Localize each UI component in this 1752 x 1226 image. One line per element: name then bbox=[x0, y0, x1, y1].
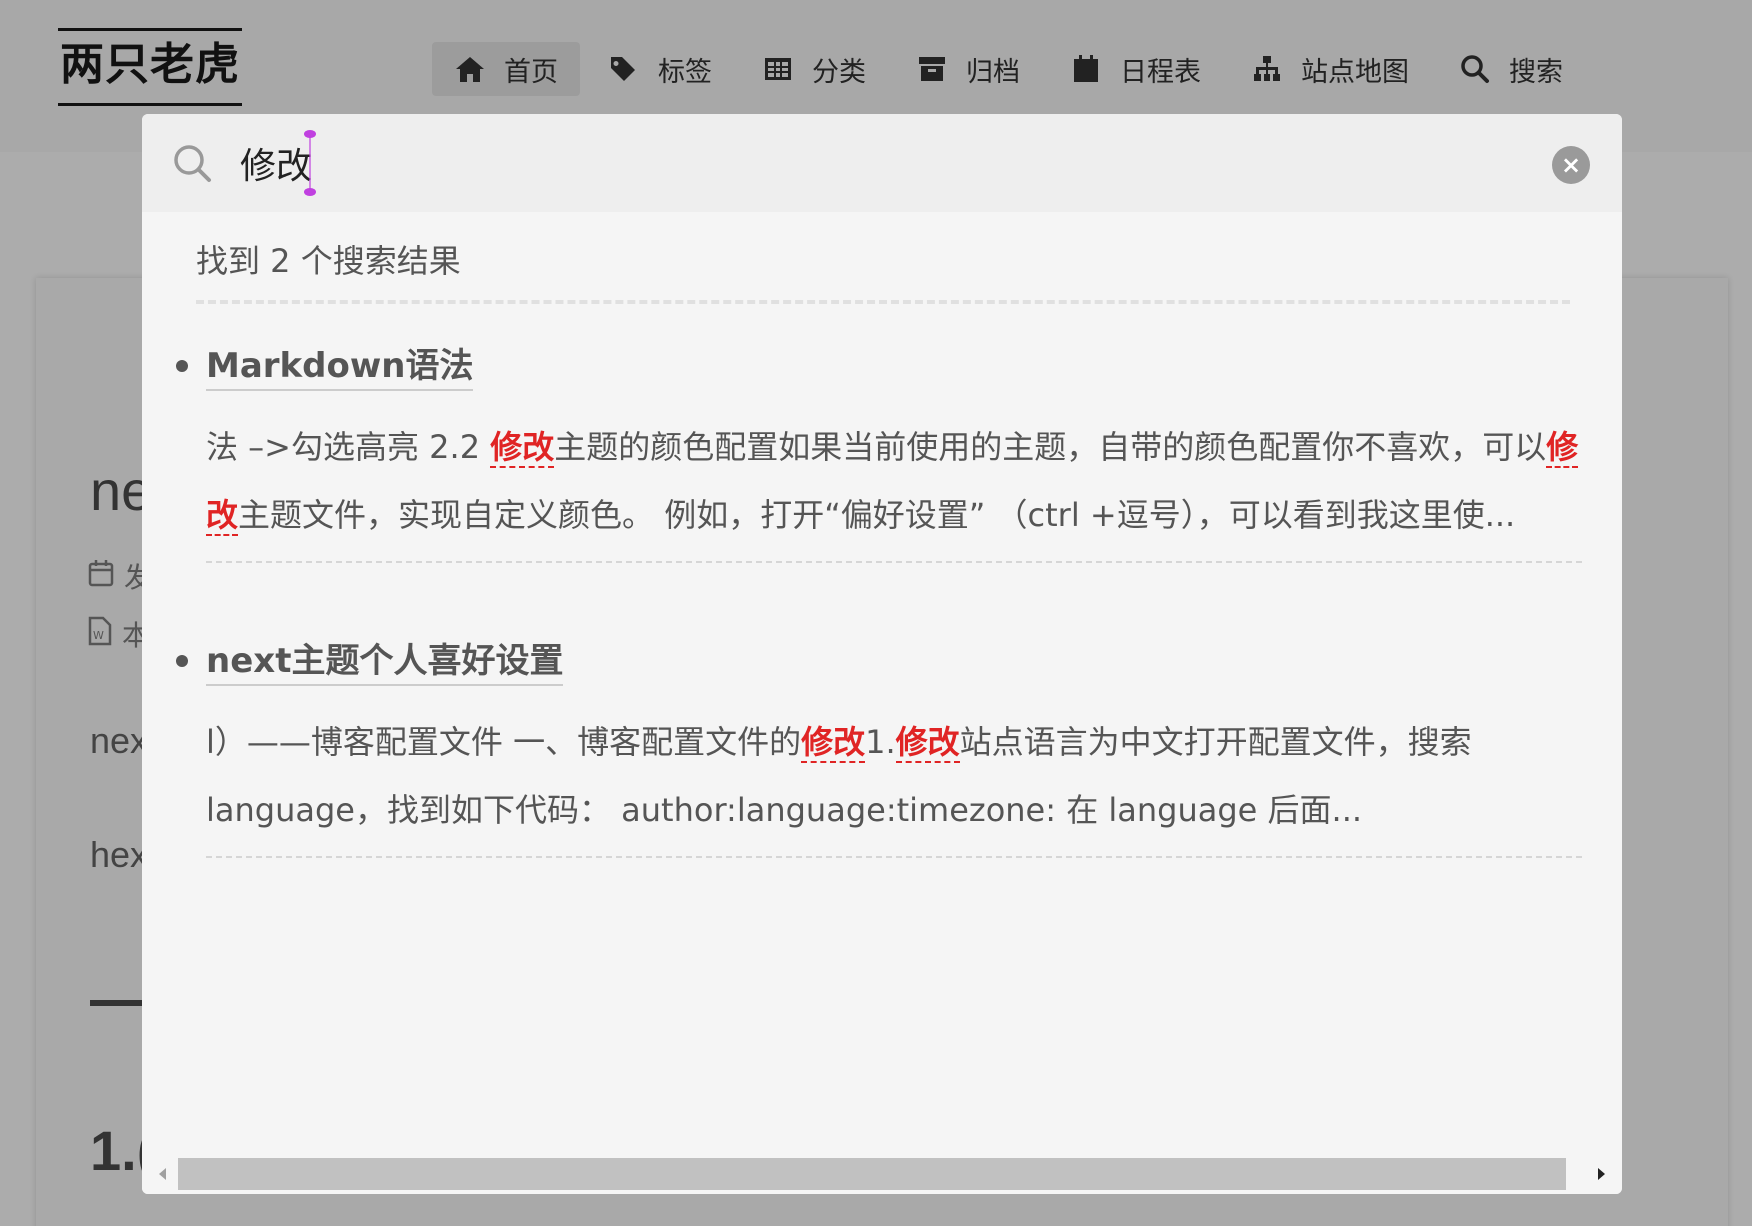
menu-label-sitemap: 站点地图 bbox=[1301, 56, 1409, 88]
main-menu: 首页 标签 分类 归档 日程表 站点地图 搜索 bbox=[432, 42, 1591, 96]
excerpt-text: 主题的颜色配置如果当前使用的主题，自带的颜色配置你不喜欢，可以 bbox=[554, 428, 1547, 466]
menu-item-archives[interactable]: 归档 bbox=[894, 42, 1042, 96]
menu-item-search[interactable]: 搜索 bbox=[1437, 42, 1585, 96]
menu-label-schedule: 日程表 bbox=[1120, 56, 1201, 88]
excerpt-text: l）——博客配置文件 一、博客配置文件的 bbox=[206, 723, 802, 761]
svg-text:W: W bbox=[93, 629, 104, 642]
close-icon: × bbox=[1560, 151, 1582, 179]
search-result-item: Markdown语法法 –>勾选高亮 2.2 修改主题的颜色配置如果当前使用的主… bbox=[176, 332, 1582, 583]
close-search-button[interactable]: × bbox=[1552, 146, 1590, 184]
text-selection-handle[interactable] bbox=[304, 188, 316, 196]
search-keyword-highlight: 修改 bbox=[895, 723, 960, 763]
search-header: × bbox=[142, 114, 1622, 212]
post-paragraph: nex bbox=[90, 720, 149, 761]
site-brand[interactable]: 两只老虎 bbox=[58, 28, 242, 106]
scroll-left-arrow-icon[interactable] bbox=[152, 1164, 172, 1184]
list-bullet bbox=[176, 655, 188, 667]
scrollbar-thumb[interactable] bbox=[178, 1158, 1566, 1190]
search-result-title-link[interactable]: next主题个人喜好设置 bbox=[206, 633, 564, 686]
menu-item-sitemap[interactable]: 站点地图 bbox=[1229, 42, 1431, 96]
table-icon bbox=[762, 53, 794, 85]
post-meta-wordcount: W 本 bbox=[88, 614, 150, 654]
menu-item-tags[interactable]: 标签 bbox=[586, 42, 734, 96]
search-keyword-highlight: 修改 bbox=[490, 428, 555, 468]
post-paragraph: hex bbox=[90, 834, 149, 875]
result-divider bbox=[206, 561, 1582, 563]
search-results: Markdown语法法 –>勾选高亮 2.2 修改主题的颜色配置如果当前使用的主… bbox=[142, 332, 1622, 878]
search-result-item: next主题个人喜好设置 l）——博客配置文件 一、博客配置文件的修改1.修改站点… bbox=[176, 627, 1582, 878]
excerpt-text: 1. bbox=[865, 723, 896, 761]
search-icon bbox=[1459, 53, 1491, 85]
calendar-icon bbox=[88, 559, 114, 594]
excerpt-text: 法 –>勾选高亮 2.2 bbox=[206, 428, 491, 466]
home-icon bbox=[454, 53, 486, 85]
search-popup: × 找到 2 个搜索结果 Markdown语法法 –>勾选高亮 2.2 修改主题… bbox=[142, 114, 1622, 1194]
tags-icon bbox=[608, 53, 640, 85]
search-result-count: 找到 2 个搜索结果 bbox=[196, 242, 461, 280]
site-title[interactable]: 两只老虎 bbox=[58, 31, 242, 99]
menu-label-categories: 分类 bbox=[812, 56, 866, 88]
result-divider bbox=[206, 856, 1582, 858]
word-file-icon: W bbox=[88, 616, 112, 653]
list-bullet bbox=[176, 360, 188, 372]
menu-label-home: 首页 bbox=[504, 56, 558, 88]
menu-item-categories[interactable]: 分类 bbox=[740, 42, 888, 96]
menu-item-home[interactable]: 首页 bbox=[432, 42, 580, 96]
text-cursor bbox=[309, 136, 311, 190]
sitemap-icon bbox=[1251, 53, 1283, 85]
menu-item-schedule[interactable]: 日程表 bbox=[1048, 42, 1223, 96]
scroll-right-arrow-icon[interactable] bbox=[1592, 1164, 1612, 1184]
archive-icon bbox=[916, 53, 948, 85]
calendar-icon bbox=[1070, 53, 1102, 85]
search-keyword-highlight: 修改 bbox=[801, 723, 866, 763]
summary-divider bbox=[196, 300, 1570, 304]
menu-label-search: 搜索 bbox=[1509, 56, 1563, 88]
menu-label-archives: 归档 bbox=[966, 56, 1020, 88]
menu-label-tags: 标签 bbox=[658, 56, 712, 88]
search-input[interactable] bbox=[240, 136, 1390, 190]
horizontal-scrollbar[interactable] bbox=[142, 1154, 1622, 1194]
search-icon bbox=[172, 143, 212, 183]
search-result-excerpt: 法 –>勾选高亮 2.2 修改主题的颜色配置如果当前使用的主题，自带的颜色配置你… bbox=[206, 413, 1582, 549]
search-result-excerpt: l）——博客配置文件 一、博客配置文件的修改1.修改站点语言为中文打开配置文件，… bbox=[206, 708, 1582, 844]
search-result-title-link[interactable]: Markdown语法 bbox=[206, 338, 474, 391]
excerpt-text: 主题文件，实现自定义颜色。 例如，打开“偏好设置” （ctrl +逗号），可以看… bbox=[238, 496, 1516, 534]
